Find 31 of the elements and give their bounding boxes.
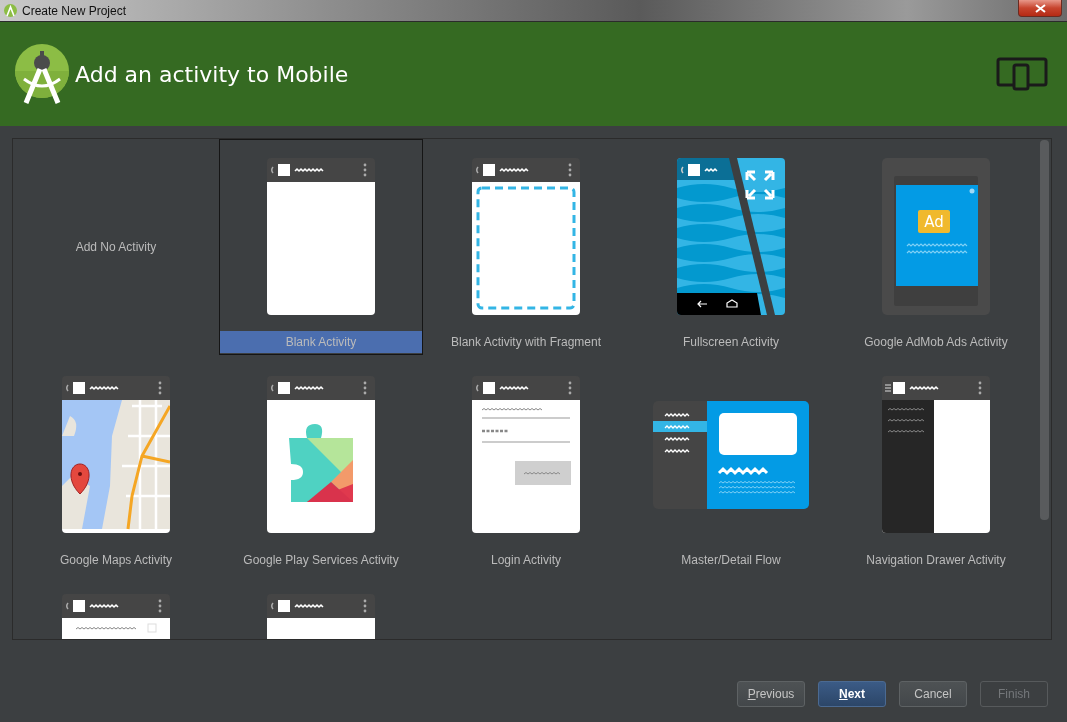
ad-label: Ad (924, 213, 944, 231)
dialog-button[interactable]: Previous (737, 681, 805, 707)
template-label: Blank Activity with Fragment (450, 334, 602, 351)
template-label: Login Activity (490, 552, 561, 569)
template-tile[interactable]: Master/Detail Flow (629, 357, 833, 573)
template-tile[interactable]: Google Maps Activity (14, 357, 218, 573)
template-tile[interactable]: Add No Activity (14, 139, 218, 355)
compass-logo-icon (4, 4, 17, 17)
template-tile[interactable]: Blank Activity with Fragment (424, 139, 628, 355)
template-tile[interactable]: Login Activity (424, 357, 628, 573)
devices-icon (996, 57, 1048, 91)
template-tile[interactable]: Navigation Drawer Activity (834, 357, 1038, 573)
dialog-button[interactable]: Next (818, 681, 886, 707)
template-label: Add No Activity (75, 239, 157, 256)
template-tile[interactable]: Fullscreen Activity (629, 139, 833, 355)
dialog-button[interactable]: Cancel (899, 681, 967, 707)
close-icon (1034, 3, 1046, 13)
template-tile[interactable]: Ad Google AdMob Ads Activity (834, 139, 1038, 355)
close-button[interactable] (1018, 0, 1062, 17)
template-label: Google AdMob Ads Activity (864, 334, 1008, 351)
window-title: Create New Project (22, 3, 127, 18)
template-label: Google Maps Activity (59, 552, 173, 569)
compass-logo-icon (14, 43, 70, 105)
template-tile[interactable]: Google Play Services Activity (219, 357, 423, 573)
template-label: Blank Activity (220, 331, 422, 353)
template-label: Master/Detail Flow (681, 552, 781, 569)
scrollbar-thumb[interactable] (1040, 140, 1049, 520)
header-title: Add an activity to Mobile (75, 61, 350, 87)
template-label: Navigation Drawer Activity (866, 552, 1006, 569)
template-label: Fullscreen Activity (683, 334, 779, 351)
template-label: Google Play Services Activity (243, 552, 399, 569)
